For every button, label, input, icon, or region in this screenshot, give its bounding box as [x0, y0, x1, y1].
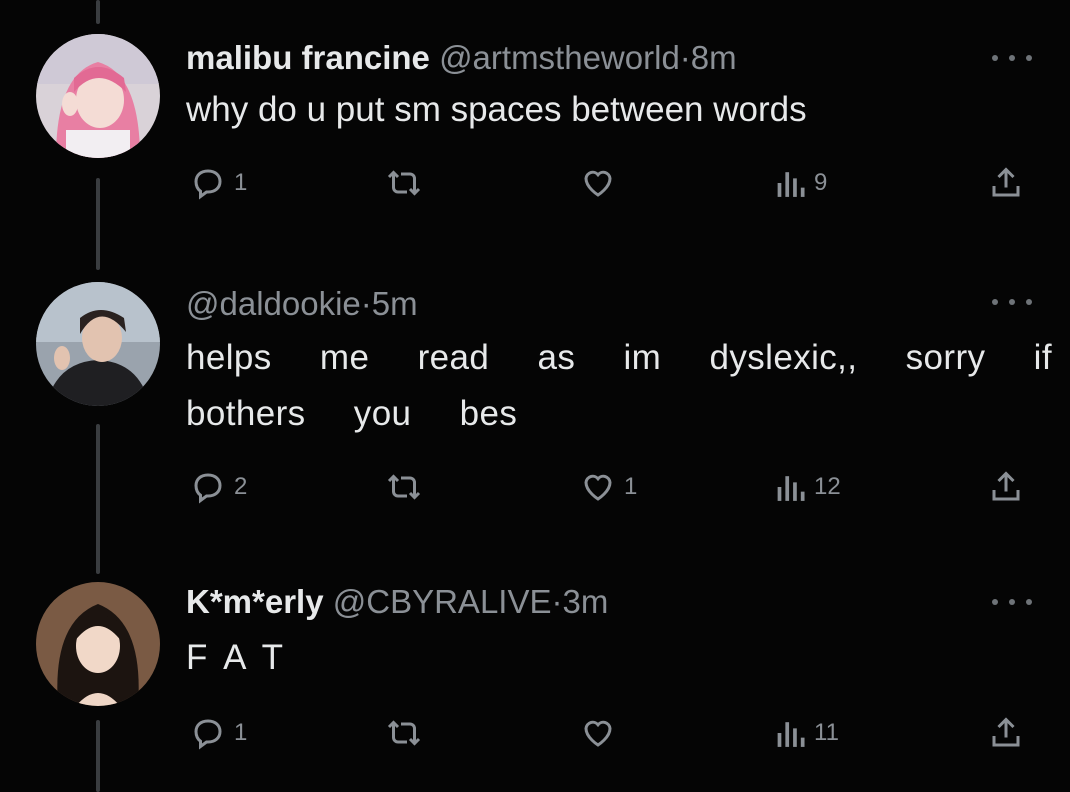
reply-button[interactable]: 1: [190, 163, 247, 203]
views-button[interactable]: 9: [774, 163, 827, 203]
reply-count: 2: [234, 473, 248, 500]
reply-button[interactable]: 2: [190, 467, 247, 507]
tweet-text-line: F A T: [186, 638, 288, 677]
timestamp[interactable]: 3m: [563, 583, 609, 620]
tweet-header: @daldookie·5m: [186, 284, 418, 324]
more-dots-icon[interactable]: [992, 292, 1032, 312]
tweet-actions: 1 9: [0, 163, 1070, 203]
avatar[interactable]: [36, 282, 160, 406]
retweet-button[interactable]: [384, 163, 432, 203]
heart-icon: [584, 170, 612, 197]
heart-icon: [584, 474, 612, 501]
heart-icon: [584, 720, 612, 747]
thread-line-top: [96, 0, 100, 24]
views-button[interactable]: 11: [774, 713, 839, 753]
user-handle[interactable]: @artmstheworld: [439, 39, 680, 76]
display-name[interactable]: malibu francine: [186, 39, 430, 76]
views-count: 12: [814, 473, 841, 500]
separator-dot: ·: [360, 285, 372, 322]
avatar-image: [36, 582, 160, 706]
views-button[interactable]: 12: [774, 467, 841, 507]
views-count: 11: [814, 719, 839, 746]
more-dots-icon[interactable]: [992, 592, 1032, 612]
reply-icon: [194, 719, 222, 750]
retweet-icon: [387, 170, 421, 196]
avatar[interactable]: [36, 582, 160, 706]
like-button[interactable]: [580, 163, 624, 203]
reply-button[interactable]: 1: [190, 713, 247, 753]
views-count: 9: [814, 169, 828, 196]
share-button[interactable]: [988, 467, 1024, 507]
reply-count: 1: [234, 169, 248, 196]
display-name[interactable]: K*m*erly: [186, 583, 324, 620]
share-icon: [992, 717, 1020, 747]
avatar-image: [36, 34, 160, 158]
retweet-icon: [387, 474, 421, 500]
timestamp[interactable]: 5m: [372, 285, 418, 322]
avatar[interactable]: [36, 34, 160, 158]
user-handle[interactable]: @CBYRALIVE: [333, 583, 552, 620]
retweet-button[interactable]: [384, 713, 432, 753]
reply-icon: [194, 473, 222, 504]
tweet-text-line: bothers you bes: [186, 394, 518, 433]
timestamp[interactable]: 8m: [691, 39, 737, 76]
like-count: 1: [624, 473, 638, 500]
tweet-header: K*m*erly @CBYRALIVE·3m: [186, 582, 608, 622]
share-button[interactable]: [988, 163, 1024, 203]
user-handle[interactable]: @daldookie: [186, 285, 361, 322]
tweet-header: malibu francine @artmstheworld·8m: [186, 38, 737, 78]
tweet-actions: 1 11: [0, 713, 1070, 753]
share-icon: [992, 471, 1020, 501]
share-button[interactable]: [988, 713, 1024, 753]
like-button[interactable]: 1: [580, 467, 637, 507]
retweet-icon: [387, 720, 421, 746]
tweet-text-line: why do u put sm spaces between words: [186, 90, 807, 129]
tweet-text-line: helps me read as im dyslexic,, sorry if …: [186, 338, 1070, 377]
more-dots-icon[interactable]: [992, 48, 1032, 68]
views-chart-icon: [777, 172, 805, 197]
tweet-actions: 2 1 12: [0, 467, 1070, 507]
views-chart-icon: [777, 722, 805, 747]
reply-count: 1: [234, 719, 248, 746]
avatar-image: [36, 282, 160, 406]
separator-dot: ·: [679, 39, 691, 76]
reply-icon: [194, 169, 222, 200]
separator-dot: ·: [551, 583, 563, 620]
share-icon: [992, 167, 1020, 197]
views-chart-icon: [777, 476, 805, 501]
like-button[interactable]: [580, 713, 624, 753]
retweet-button[interactable]: [384, 467, 432, 507]
